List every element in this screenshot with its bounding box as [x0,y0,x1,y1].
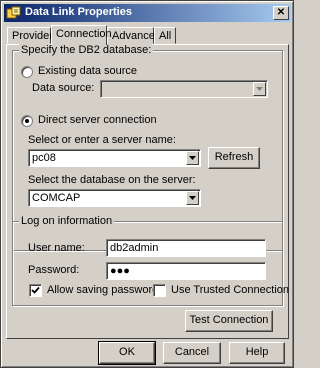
password-label: Password: [28,264,80,276]
allow-saving-password-label: Allow saving password [47,284,159,296]
connection-tab-panel: Specify the DB2 database: Existing data … [6,44,289,339]
db2-database-group-label: Specify the DB2 database: [19,44,154,56]
tab-all[interactable]: All [154,27,176,44]
test-connection-button-label: Test Connection [189,314,269,326]
ok-button[interactable]: OK [98,341,156,365]
server-name-value: pc08 [32,152,56,164]
tab-connection-label: Connection [56,28,112,40]
server-name-dropdown-button[interactable] [186,151,199,165]
logon-information-group-label: Log on information [19,215,115,227]
server-name-combo[interactable]: pc08 [28,149,201,167]
chevron-down-icon [189,156,196,160]
chevron-down-icon [189,196,196,200]
test-connection-button[interactable]: Test Connection [185,310,273,332]
password-value: ●●● [110,265,130,277]
use-trusted-connection-label: Use Trusted Connection [171,284,290,296]
password-input[interactable]: ●●● [106,262,266,280]
refresh-button-label: Refresh [214,151,254,163]
checkmark-icon [31,286,40,294]
help-button-label: Help [245,346,269,358]
data-link-icon [6,6,21,19]
tab-all-label: All [159,30,172,42]
username-input[interactable]: db2admin [106,239,266,257]
allow-saving-password-checkbox[interactable] [29,284,42,297]
cancel-button[interactable]: Cancel [163,342,221,364]
tab-provider[interactable]: Provider [7,27,53,44]
existing-data-source-label: Existing data source [38,65,138,77]
use-trusted-connection-checkbox[interactable] [153,284,166,297]
data-link-properties-dialog: Data Link Properties ✕ Provider Connecti… [0,0,294,368]
username-label: User name: [28,242,85,254]
data-source-label: Data source: [32,82,95,94]
database-prompt: Select the database on the server: [28,174,196,186]
tab-connection[interactable]: Connection [51,25,112,45]
cancel-button-label: Cancel [174,346,210,358]
direct-server-connection-label: Direct server connection [38,114,157,126]
direct-server-connection-radio[interactable] [21,115,33,127]
refresh-button[interactable]: Refresh [208,147,260,169]
tab-provider-label: Provider [12,30,53,42]
ok-button-label: OK [119,346,135,358]
database-dropdown-button[interactable] [186,191,199,205]
title-bar[interactable]: Data Link Properties ✕ [4,4,291,22]
help-button[interactable]: Help [229,342,285,364]
logon-information-group: Log on information User name: db2admin P… [12,215,289,306]
database-combo[interactable]: COMCAP [28,189,201,207]
server-name-prompt: Select or enter a server name: [28,134,176,146]
data-source-combo [100,80,268,98]
chevron-down-icon [256,87,263,91]
window-title: Data Link Properties [25,6,132,18]
tab-advanced[interactable]: Advanced [107,27,161,44]
close-icon: ✕ [276,7,286,18]
close-button[interactable]: ✕ [273,6,289,20]
data-source-dropdown-button [253,82,266,96]
existing-data-source-radio[interactable] [21,66,33,78]
username-value: db2admin [110,242,159,254]
database-value: COMCAP [32,192,81,204]
